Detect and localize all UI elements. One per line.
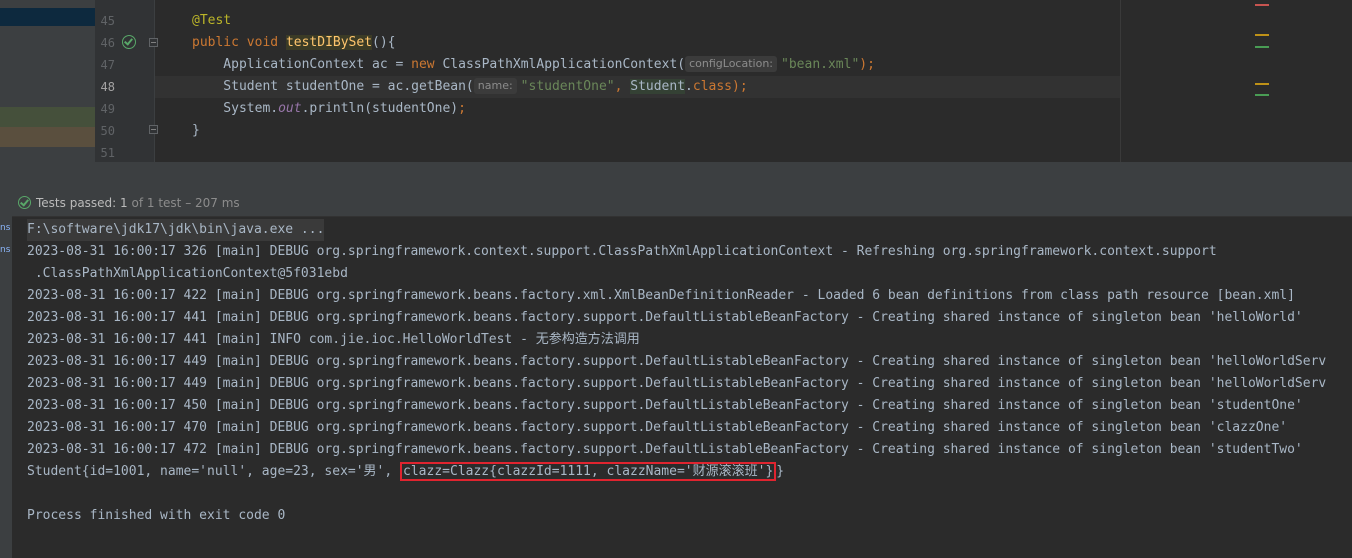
line-number: 48 [100,80,115,94]
console-exit-line: Process finished with exit code 0 [27,508,286,523]
right-margin-guide [1120,0,1121,162]
line-number: 49 [100,102,115,116]
result-suffix: } [776,464,785,479]
code-token: } [192,123,200,138]
test-count: 1 [120,196,128,210]
tests-passed-icon [18,196,31,209]
code-token: , [614,79,631,94]
code-line[interactable]: Student studentOne = ac.getBean(name: "st… [192,76,748,98]
console-log-line: 2023-08-31 16:00:17 441 [main] INFO com.… [27,332,640,347]
fold-toggle-icon[interactable] [149,125,158,134]
code-token: ApplicationContext ac = [192,57,412,72]
parameter-hint: configLocation: [685,56,778,72]
code-token: (){ [372,35,396,50]
warning-stripe-marker[interactable] [1255,83,1269,85]
selected-tree-row [0,8,95,26]
code-token: @Test [192,13,232,28]
console-log-line: 2023-08-31 16:00:17 422 [main] DEBUG org… [27,288,1295,303]
console-log-line: 2023-08-31 16:00:17 326 [main] DEBUG org… [27,244,1217,259]
code-token: ; [458,101,466,116]
warning-stripe-marker[interactable] [1255,34,1269,36]
code-token: new [411,57,443,72]
side-label[interactable]: ns [0,223,10,233]
code-line[interactable]: ApplicationContext ac = new ClassPathXml… [192,54,875,76]
code-line[interactable]: public void testDIBySet(){ [192,32,396,54]
code-token: Student studentOne = ac.getBean( [192,79,474,94]
code-token: ); [732,79,748,94]
console-log-line: 2023-08-31 16:00:17 449 [main] DEBUG org… [27,354,1327,369]
console-log-line: .ClassPathXmlApplicationContext@5f031ebd [27,266,348,281]
code-token: Student [630,79,686,94]
change-stripe-marker[interactable] [1255,94,1269,96]
code-token: System. [192,101,279,116]
code-editor[interactable]: 45 @Test 46 public void testDIBySet(){ 47 Ap… [0,0,1352,162]
line-number: 50 [100,124,115,138]
parameter-hint: name: [473,78,517,94]
project-panel-edge [0,0,95,162]
highlighted-clazz-output: clazz=Clazz{clazzId=1111, clazzName='财源滚… [400,462,777,481]
code-token: void [246,35,286,50]
code-token: . [685,79,693,94]
result-prefix: Student{id=1001, name='null', age=23, se… [27,464,401,479]
tree-row-green [0,107,95,127]
code-token: "studentOne" [520,79,615,94]
line-number: 47 [100,58,115,72]
change-stripe-marker[interactable] [1255,46,1269,48]
tree-row-brown [0,127,95,147]
fold-toggle-icon[interactable] [149,38,158,47]
code-line[interactable]: } [192,120,200,142]
console-result-line: Student{id=1001, name='null', age=23, se… [27,461,784,483]
panel-splitter[interactable] [0,162,1352,190]
side-label[interactable]: ns [0,245,10,255]
line-number: 46 [100,36,115,50]
test-status-label: Tests passed: [36,196,117,210]
console-log-line: 2023-08-31 16:00:17 470 [main] DEBUG org… [27,420,1288,435]
test-status-text: Tests passed: 1 of 1 test – 207 ms [36,196,240,210]
code-line[interactable]: System.out.println(studentOne); [192,98,466,120]
test-results-bar: Tests passed: 1 of 1 test – 207 ms [0,190,1352,217]
test-detail: of 1 test – 207 ms [131,196,240,210]
code-token: ClassPathXmlApplicationContext( [442,57,686,72]
code-token: public [192,35,247,50]
console-command-line: F:\software\jdk17\jdk\bin\java.exe ... [27,219,325,241]
console-log-line: 2023-08-31 16:00:17 449 [main] DEBUG org… [27,376,1327,391]
console-log-line: 2023-08-31 16:00:17 441 [main] DEBUG org… [27,310,1303,325]
code-token: testDIBySet [285,35,373,50]
console-log-line: 2023-08-31 16:00:17 472 [main] DEBUG org… [27,442,1303,457]
run-test-passed-icon[interactable] [122,35,136,49]
code-token: "bean.xml" [781,57,860,72]
console-log-line: 2023-08-31 16:00:17 450 [main] DEBUG org… [27,398,1303,413]
line-number: 45 [100,14,115,28]
code-token: .println(studentOne) [301,101,459,116]
code-token: out [278,101,302,116]
error-stripe-marker[interactable] [1255,4,1269,6]
code-token: ); [859,57,875,72]
run-tool-side-strip: ns ns [0,190,12,558]
code-line[interactable]: @Test [192,10,231,32]
code-token: class [692,79,733,94]
line-number: 51 [100,146,115,160]
